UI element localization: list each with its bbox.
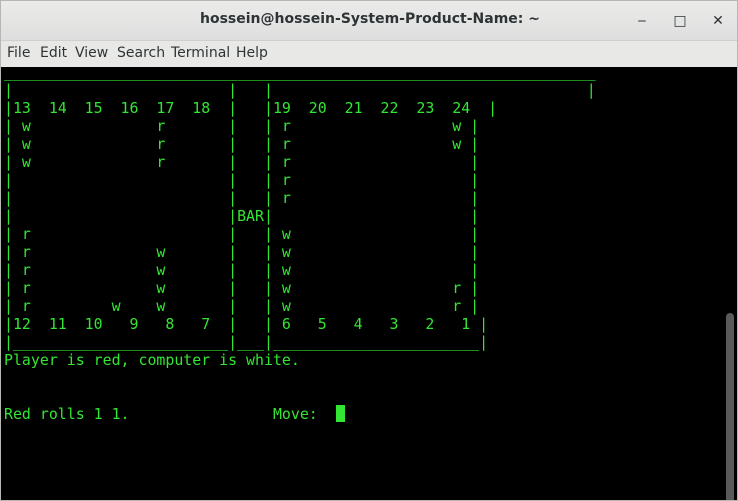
- menu-search[interactable]: Search: [117, 45, 165, 61]
- board-row: | r w | | w |: [4, 243, 480, 261]
- terminal-window: hossein@hossein-System-Product-Name: ~ ‒…: [0, 0, 738, 501]
- text-cursor: [335, 405, 345, 422]
- board-bottom-border: |________________________|___|__________…: [4, 333, 489, 351]
- window-title: hossein@hossein-System-Product-Name: ~: [200, 11, 540, 27]
- menu-file[interactable]: File: [7, 45, 30, 61]
- board-bottom-numbers: |12 11 10 9 8 7 | | 6 5 4 3 2 1 |: [4, 315, 489, 333]
- terminal-output[interactable]: ________________________________________…: [1, 67, 724, 500]
- menu-terminal[interactable]: Terminal: [171, 45, 230, 61]
- close-icon[interactable]: ✕: [707, 10, 729, 32]
- board-row: | | | |: [4, 81, 596, 99]
- board-row: | w r | | r w |: [4, 117, 480, 135]
- board-top-numbers: |13 14 15 16 17 18 | |19 20 21 22 23 24 …: [4, 99, 498, 117]
- board-row: | r w w | | w r |: [4, 297, 480, 315]
- board-row: | | | r |: [4, 189, 480, 207]
- scrollbar-thumb[interactable]: [726, 313, 734, 500]
- menu-view[interactable]: View: [75, 45, 108, 61]
- menu-bar: File Edit View Search Terminal Help: [1, 41, 737, 67]
- minimize-icon[interactable]: ‒: [631, 10, 653, 32]
- board-row: | w r | | r w |: [4, 135, 480, 153]
- menu-help[interactable]: Help: [236, 45, 268, 61]
- menu-edit[interactable]: Edit: [40, 45, 67, 61]
- terminal-text: ________________________________________…: [1, 67, 724, 423]
- prompt-line: Red rolls 1 1. Move:: [4, 405, 336, 423]
- board-row: | r | | w |: [4, 225, 480, 243]
- board-row: | r w | | w r |: [4, 279, 480, 297]
- board-row: | w r | | r |: [4, 153, 480, 171]
- maximize-icon[interactable]: □: [669, 10, 691, 32]
- title-bar[interactable]: hossein@hossein-System-Product-Name: ~ ‒…: [1, 1, 737, 41]
- board-row: | | | r |: [4, 171, 480, 189]
- board-row: | r w | | w |: [4, 261, 480, 279]
- status-line: Player is red, computer is white.: [4, 351, 300, 369]
- scrollbar[interactable]: [723, 67, 737, 500]
- board-top-border: ________________________________________…: [4, 67, 596, 81]
- board-bar-row: | |BAR| |: [4, 207, 480, 225]
